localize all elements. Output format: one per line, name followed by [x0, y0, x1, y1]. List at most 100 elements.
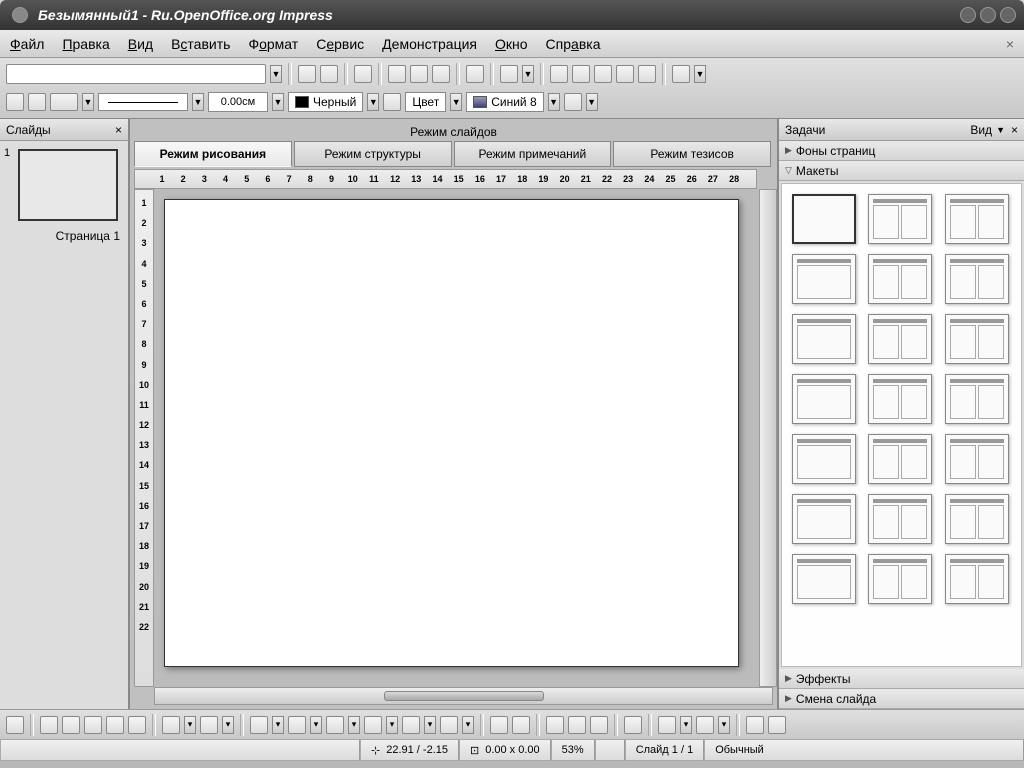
curve-tool-icon[interactable] [162, 716, 180, 734]
cut-icon[interactable] [550, 65, 568, 83]
line-color-dd[interactable]: ▼ [367, 93, 379, 111]
rect-tool-icon[interactable] [84, 716, 102, 734]
tasks-view-dd[interactable]: ▼ [996, 125, 1005, 135]
dd1[interactable]: ▾ [184, 716, 196, 734]
new-icon[interactable] [298, 65, 316, 83]
paste-icon[interactable] [594, 65, 612, 83]
doc-close-icon[interactable]: × [1006, 36, 1014, 52]
layout-11[interactable] [945, 374, 1009, 424]
symbol-shapes-icon[interactable] [288, 716, 306, 734]
fill-type[interactable]: Цвет [405, 92, 446, 112]
tab-drawing[interactable]: Режим рисования [134, 141, 292, 167]
layout-14[interactable] [945, 434, 1009, 484]
layout-15[interactable] [792, 494, 856, 544]
fill-color-dd[interactable]: ▼ [548, 93, 560, 111]
undo-icon[interactable] [638, 65, 656, 83]
task-section-backgrounds[interactable]: ▶Фоны страниц [779, 141, 1024, 161]
fill-color[interactable]: Синий 8 [466, 92, 543, 112]
select-tool-icon[interactable] [6, 716, 24, 734]
layout-9[interactable] [792, 374, 856, 424]
menu-view[interactable]: Вид [128, 36, 153, 52]
dd6[interactable]: ▾ [386, 716, 398, 734]
layout-16[interactable] [868, 494, 932, 544]
close-button[interactable] [1000, 7, 1016, 23]
layout-17[interactable] [945, 494, 1009, 544]
layout-8[interactable] [945, 314, 1009, 364]
copy-icon[interactable] [572, 65, 590, 83]
shapes-icon[interactable] [250, 716, 268, 734]
zoom-dropdown[interactable]: ▼ [522, 65, 534, 83]
dd2[interactable]: ▾ [222, 716, 234, 734]
flowchart-icon[interactable] [364, 716, 382, 734]
arrange-icon[interactable] [696, 716, 714, 734]
toolbar-end[interactable]: ▼ [694, 65, 706, 83]
dd4[interactable]: ▾ [310, 716, 322, 734]
image-icon[interactable] [568, 716, 586, 734]
slides-panel-close[interactable]: × [115, 123, 122, 137]
menu-file[interactable]: Файл [10, 36, 44, 52]
maximize-button[interactable] [980, 7, 996, 23]
link-icon[interactable] [432, 65, 450, 83]
tab-thesis[interactable]: Режим тезисов [613, 141, 771, 167]
dd8[interactable]: ▾ [462, 716, 474, 734]
connector-tool-icon[interactable] [200, 716, 218, 734]
presentation-icon[interactable] [672, 65, 690, 83]
glue-icon[interactable] [512, 716, 530, 734]
edit-icon[interactable] [354, 65, 372, 83]
dd3[interactable]: ▾ [272, 716, 284, 734]
interaction-icon[interactable] [768, 716, 786, 734]
layout-4[interactable] [868, 254, 932, 304]
arrows-shapes-icon[interactable] [326, 716, 344, 734]
scrollbar-vertical[interactable] [759, 189, 777, 687]
tab-notes[interactable]: Режим примечаний [454, 141, 612, 167]
task-section-effects[interactable]: ▶Эффекты [779, 669, 1024, 689]
tab-structure[interactable]: Режим структуры [294, 141, 452, 167]
layout-5[interactable] [945, 254, 1009, 304]
shadow-icon[interactable] [564, 93, 582, 111]
sysmenu-icon[interactable] [12, 7, 28, 23]
pointer-icon[interactable] [6, 93, 24, 111]
arrow-style-dd[interactable]: ▼ [82, 93, 94, 111]
layout-20[interactable] [945, 554, 1009, 604]
scrollbar-horizontal[interactable] [154, 687, 773, 705]
menu-help[interactable]: Справка [546, 36, 601, 52]
ruler-vertical[interactable]: 12345678910111213141516171819202122 [134, 189, 154, 687]
rotate-icon[interactable] [624, 716, 642, 734]
callouts-icon[interactable] [402, 716, 420, 734]
slide-canvas[interactable] [164, 199, 739, 667]
slide-thumb-1[interactable] [18, 149, 118, 221]
dd5[interactable]: ▾ [348, 716, 360, 734]
layout-0[interactable] [792, 194, 856, 244]
extrude-icon[interactable] [746, 716, 764, 734]
menu-edit[interactable]: Правка [62, 36, 109, 52]
menu-window[interactable]: Окно [495, 36, 528, 52]
tasks-close[interactable]: × [1011, 123, 1018, 137]
url-field[interactable] [6, 64, 266, 84]
menu-format[interactable]: Формат [248, 36, 298, 52]
save-icon[interactable] [320, 65, 338, 83]
align-icon[interactable] [658, 716, 676, 734]
url-dropdown[interactable]: ▼ [270, 65, 282, 83]
layout-7[interactable] [868, 314, 932, 364]
ruler-horizontal[interactable]: 1234567891011121314151617181920212223242… [134, 169, 757, 189]
dd10[interactable]: ▾ [718, 716, 730, 734]
line-color[interactable]: Черный [288, 92, 363, 112]
layout-18[interactable] [792, 554, 856, 604]
layout-1[interactable] [868, 194, 932, 244]
dd7[interactable]: ▾ [424, 716, 436, 734]
fill-type-dd[interactable]: ▼ [450, 93, 462, 111]
layout-2[interactable] [945, 194, 1009, 244]
menu-insert[interactable]: Вставить [171, 36, 230, 52]
stars-icon[interactable] [440, 716, 458, 734]
line-tool-icon[interactable] [40, 716, 58, 734]
menu-service[interactable]: Сервис [316, 36, 364, 52]
toolbar2-end[interactable]: ▼ [586, 93, 598, 111]
layout-19[interactable] [868, 554, 932, 604]
clone-icon[interactable] [616, 65, 634, 83]
arrow-tool-icon[interactable] [50, 93, 78, 111]
arrow-line-tool-icon[interactable] [62, 716, 80, 734]
line-style[interactable] [98, 93, 188, 111]
layout-3[interactable] [792, 254, 856, 304]
layout-10[interactable] [868, 374, 932, 424]
line-width-spin[interactable]: ▼ [272, 93, 284, 111]
